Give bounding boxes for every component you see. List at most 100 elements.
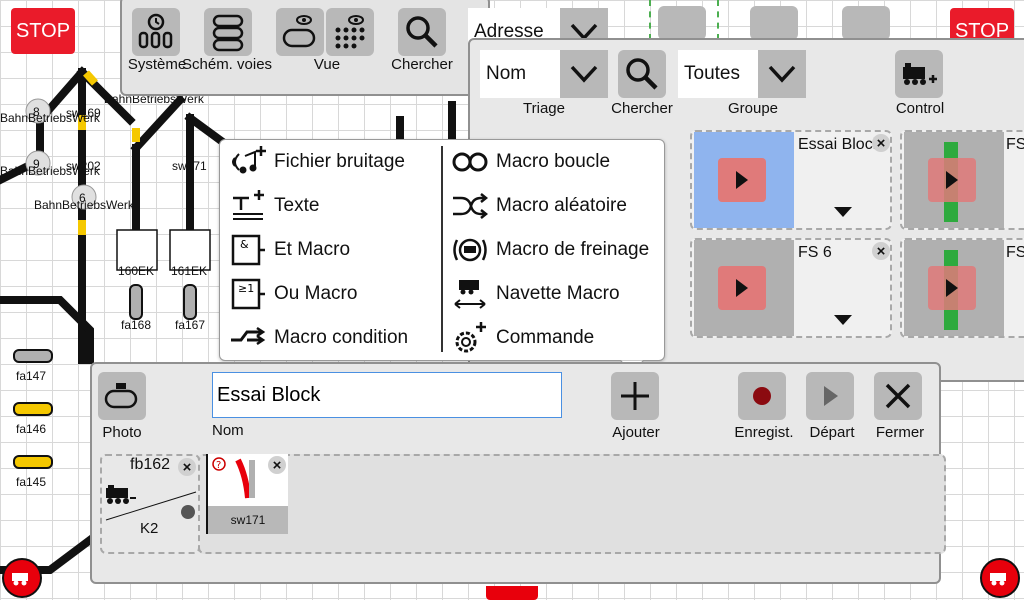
menu-item-label: Et Macro — [274, 239, 351, 260]
macro-card[interactable]: FS 6 × — [690, 238, 892, 338]
loop-icon — [450, 142, 490, 182]
system-button[interactable] — [132, 8, 180, 56]
macro-card[interactable]: FS — [900, 238, 1024, 338]
step-title: sw171 — [208, 506, 288, 534]
switch-label: sw169 — [66, 106, 101, 120]
close-icon[interactable]: × — [268, 456, 286, 474]
macro-card[interactable]: Essai Block × — [690, 130, 892, 230]
macro-name-input[interactable] — [212, 372, 562, 418]
play-button[interactable] — [928, 266, 976, 310]
block-fa167 — [183, 284, 197, 320]
play-button[interactable] — [718, 266, 766, 310]
view-label: Vue — [313, 56, 341, 73]
menu-item-command[interactable]: Commande — [450, 318, 594, 358]
start-label: Départ — [809, 424, 855, 441]
macro-card[interactable]: FS — [900, 130, 1024, 230]
search-icon — [626, 58, 658, 90]
group-label: Groupe — [727, 100, 779, 117]
menu-item-condition[interactable]: Macro condition — [228, 318, 408, 358]
stop-button-left[interactable]: STOP — [11, 8, 75, 54]
system-label: Système — [127, 56, 187, 73]
macro-steps-area — [198, 454, 946, 554]
close-icon[interactable]: × — [872, 134, 890, 152]
control-button[interactable] — [895, 50, 943, 98]
track-diagram-icon — [212, 14, 244, 52]
block-label: fa147 — [16, 369, 47, 383]
expand-arrow-icon[interactable] — [834, 312, 852, 330]
sort-select[interactable]: Nom — [480, 50, 608, 98]
menu-item-and-macro[interactable]: & Et Macro — [228, 230, 350, 270]
expand-arrow-icon[interactable] — [834, 204, 852, 222]
add-button[interactable] — [611, 372, 659, 420]
shuffle-icon — [450, 186, 490, 226]
depot-label: BahnBetriebsWerk — [34, 198, 134, 212]
chevron-down-icon — [758, 50, 806, 98]
stop-label: STOP — [15, 19, 71, 42]
menu-item-shuttle[interactable]: Navette Macro — [450, 274, 620, 314]
photo-button[interactable] — [98, 372, 146, 420]
loco-control-button-left[interactable] — [2, 558, 42, 598]
group-value: Toutes — [684, 63, 740, 84]
play-icon — [824, 386, 838, 406]
search-label: Chercher — [611, 100, 673, 117]
locomotive-icon — [105, 485, 197, 521]
menu-item-brake[interactable]: Macro de freinage — [450, 230, 649, 270]
wrench-icon[interactable] — [750, 6, 798, 40]
track-segment — [130, 94, 186, 154]
menu-item-label: Navette Macro — [496, 283, 620, 304]
view-button-2[interactable] — [326, 8, 374, 56]
locomotive-icon — [12, 573, 28, 586]
loco-control-button-right[interactable] — [980, 558, 1020, 598]
play-button[interactable] — [718, 158, 766, 202]
brake-icon — [450, 230, 490, 270]
card-title: Essai Block — [798, 136, 881, 153]
locomotive-icon — [990, 573, 1006, 586]
route-button[interactable] — [658, 6, 706, 40]
svg-text:?: ? — [216, 460, 221, 471]
shuttle-icon — [450, 274, 490, 314]
help-icon[interactable] — [842, 6, 890, 40]
group-select[interactable]: Toutes — [678, 50, 806, 98]
block-fa146 — [13, 402, 53, 416]
switch-label: sw202 — [66, 159, 101, 173]
signal-label: 161EK — [171, 264, 208, 278]
menu-item-loop[interactable]: Macro boucle — [450, 142, 610, 182]
bottom-stop-button[interactable] — [486, 586, 538, 600]
menu-item-text[interactable]: Texte — [228, 186, 319, 226]
search-button[interactable] — [618, 50, 666, 98]
play-icon — [736, 279, 748, 297]
menu-item-random[interactable]: Macro aléatoire — [450, 186, 627, 226]
or-macro-icon: ≥1 — [228, 274, 268, 314]
record-button[interactable] — [738, 372, 786, 420]
close-button[interactable] — [874, 372, 922, 420]
start-button[interactable] — [806, 372, 854, 420]
menu-item-label: Texte — [274, 195, 320, 216]
search-icon — [406, 16, 438, 48]
close-label: Fermer — [875, 424, 925, 441]
macro-step-feedback[interactable]: fb162 × K2 — [100, 454, 200, 554]
track-diagram-label: Schém. voies — [182, 56, 273, 73]
switch-label: sw171 — [172, 159, 207, 173]
menu-item-label: Macro boucle — [496, 151, 611, 172]
eye-view-icon — [282, 15, 316, 48]
track-diagram-button[interactable] — [204, 8, 252, 56]
close-icon[interactable]: × — [178, 458, 196, 476]
macro-step-switch[interactable]: ? × sw171 — [206, 454, 288, 534]
menu-item-or-macro[interactable]: ≥1 Ou Macro — [228, 274, 357, 314]
play-button[interactable] — [928, 158, 976, 202]
menu-item-sound-file[interactable]: Fichier bruitage — [228, 142, 405, 182]
record-icon — [753, 387, 771, 405]
control-label: Control — [895, 100, 945, 117]
block-fa168 — [129, 284, 143, 320]
block-label: fa167 — [175, 318, 206, 332]
play-icon — [736, 171, 748, 189]
close-icon[interactable]: × — [872, 242, 890, 260]
macro-name-label: Nom — [212, 422, 244, 439]
search-button-top[interactable] — [398, 8, 446, 56]
close-icon — [885, 383, 911, 409]
menu-item-label: Ou Macro — [274, 283, 358, 304]
view-button-1[interactable] — [276, 8, 324, 56]
locomotive-icon — [903, 63, 937, 85]
clock-grid-icon — [138, 13, 173, 49]
card-title: FS — [1006, 244, 1024, 261]
